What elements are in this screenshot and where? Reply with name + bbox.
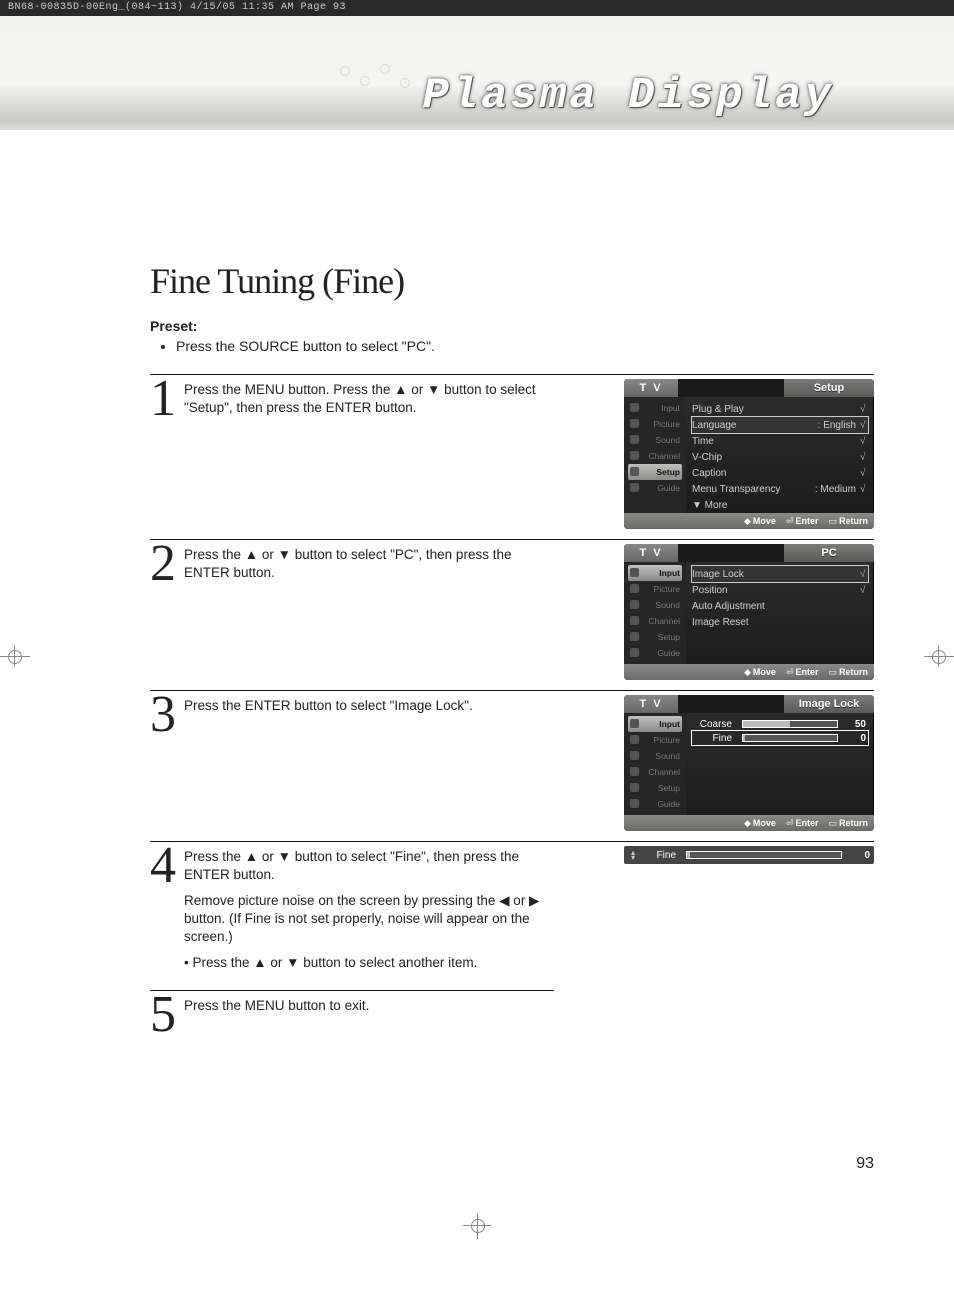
osd-menu-row: Plug & Play√: [692, 401, 868, 417]
banner-title: Plasma Display: [422, 71, 834, 121]
osd-sidebar-item: Input: [628, 716, 682, 732]
osd-menu-row: Caption√: [692, 465, 868, 481]
doc-header-strip: BN68-00835D-00Eng_(084~113) 4/15/05 11:3…: [0, 0, 954, 16]
osd-tv-label: T V: [624, 695, 678, 713]
step-text: Press the ▲ or ▼ button to select "Fine"…: [184, 848, 554, 884]
osd-menu-row: V-Chip√: [692, 449, 868, 465]
step-text: Press the ▲ or ▼ button to select "PC", …: [184, 546, 554, 582]
footer-move: ◆ Move: [744, 667, 776, 678]
osd-sidebar-item: Picture: [628, 416, 682, 432]
osd-sidebar-item: Guide: [628, 480, 682, 496]
step-number: 1: [150, 379, 184, 425]
footer-enter: ⏎ Enter: [786, 516, 819, 527]
slider-label: Fine: [638, 850, 680, 861]
step-text: Press the MENU button. Press the ▲ or ▼ …: [184, 381, 554, 417]
osd-title: Image Lock: [784, 695, 874, 713]
osd-sidebar-item: Picture: [628, 732, 682, 748]
osd-setup: T V Setup InputPictureSoundChannelSetupG…: [624, 379, 874, 529]
osd-sidebar-item: Sound: [628, 432, 682, 448]
preset-text: Press the SOURCE button to select "PC".: [176, 338, 874, 354]
osd-sidebar-item: Sound: [628, 597, 682, 613]
footer-move: ◆ Move: [744, 516, 776, 527]
footer-enter: ⏎ Enter: [786, 818, 819, 829]
osd-sidebar-item: Channel: [628, 613, 682, 629]
footer-move: ◆ Move: [744, 818, 776, 829]
footer-return: ▭ Return: [828, 818, 868, 829]
step-bullet: • Press the ▲ or ▼ button to select anot…: [184, 954, 554, 972]
osd-sidebar-item: Channel: [628, 764, 682, 780]
osd-slider-row: Fine0: [692, 731, 868, 745]
osd-menu-row: ▼ More: [692, 497, 868, 513]
crop-mark-bottom: [0, 1213, 954, 1243]
preset-label: Preset:: [150, 318, 874, 334]
step-text-2: Remove picture noise on the screen by pr…: [184, 892, 554, 946]
osd-tv-label: T V: [624, 379, 678, 397]
footer-return: ▭ Return: [828, 516, 868, 527]
osd-fine-slider: ▴▾ Fine 0: [624, 846, 874, 864]
osd-tv-label: T V: [624, 544, 678, 562]
osd-menu-row: Image Lock√: [692, 566, 868, 582]
osd-sidebar-item: Guide: [628, 645, 682, 661]
step-number: 5: [150, 995, 184, 1035]
page-title: Fine Tuning (Fine): [150, 260, 874, 302]
osd-slider-row: Coarse50: [692, 717, 868, 731]
osd-sidebar-item: Sound: [628, 748, 682, 764]
osd-menu-row: Position√: [692, 582, 868, 598]
banner: Plasma Display: [0, 16, 954, 130]
step-number: 2: [150, 544, 184, 590]
osd-sidebar-item: Picture: [628, 581, 682, 597]
osd-sidebar-item: Guide: [628, 796, 682, 812]
osd-title: PC: [784, 544, 874, 562]
osd-sidebar-item: Setup: [628, 629, 682, 645]
osd-image-lock: T V Image Lock InputPictureSoundChannelS…: [624, 695, 874, 831]
osd-menu-row: Time√: [692, 433, 868, 449]
osd-sidebar-item: Setup: [628, 780, 682, 796]
osd-menu-row: Menu Transparency: Medium√: [692, 481, 868, 497]
step-number: 4: [150, 846, 184, 980]
osd-sidebar-item: Input: [628, 400, 682, 416]
osd-menu-row: Image Reset: [692, 614, 868, 630]
step-number: 3: [150, 695, 184, 735]
page-number: 93: [150, 1155, 874, 1173]
osd-menu-row: Auto Adjustment: [692, 598, 868, 614]
footer-enter: ⏎ Enter: [786, 667, 819, 678]
osd-sidebar-item: Setup: [628, 464, 682, 480]
osd-sidebar-item: Input: [628, 565, 682, 581]
footer-return: ▭ Return: [828, 667, 868, 678]
step-text: Press the MENU button to exit.: [184, 997, 554, 1015]
osd-pc: T V PC InputPictureSoundChannelSetupGuid…: [624, 544, 874, 680]
osd-menu-row: Language: English√: [692, 417, 868, 433]
slider-value: 0: [848, 850, 870, 861]
osd-sidebar-item: Channel: [628, 448, 682, 464]
step-text: Press the ENTER button to select "Image …: [184, 697, 554, 715]
osd-title: Setup: [784, 379, 874, 397]
